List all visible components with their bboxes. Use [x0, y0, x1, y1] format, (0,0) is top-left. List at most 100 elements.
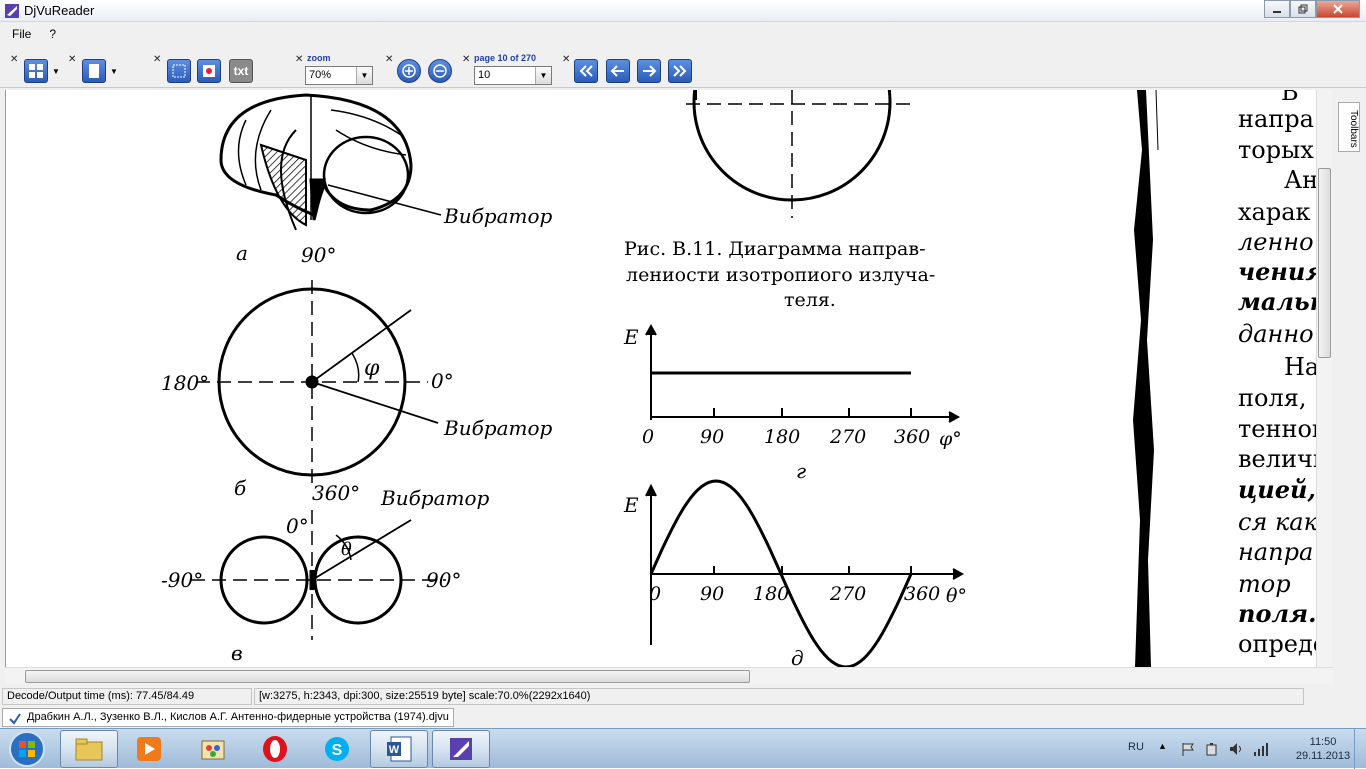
- fig-b-phi-label: φ: [364, 356, 380, 381]
- clock-time: 11:50: [1309, 736, 1337, 748]
- clock[interactable]: 11:50 29.11.2013: [1288, 735, 1358, 763]
- start-button[interactable]: [0, 730, 54, 768]
- status-decode-time: Decode/Output time (ms): 77.45/84.49: [2, 688, 252, 705]
- fig-v-theta-label: θ: [341, 539, 352, 560]
- zoom-label: zoom: [307, 53, 331, 63]
- taskbar-paint[interactable]: [184, 730, 242, 768]
- side-panel: Toolbars: [1334, 90, 1366, 667]
- svg-text:поля.: поля.: [1238, 599, 1316, 628]
- fig-d-x-label: θ°: [946, 585, 967, 607]
- fig-v-label: в: [231, 641, 243, 665]
- caption-line-1: Рис. В.11. Диаграмма направ-: [624, 238, 926, 260]
- vertical-scroll-thumb[interactable]: [1318, 168, 1331, 358]
- file-tab-name: Драбкин А.Л., Зузенко В.Л., Кислов А.Г. …: [27, 711, 449, 723]
- show-desktop-button[interactable]: [1354, 729, 1366, 769]
- taskbar-explorer[interactable]: [60, 730, 118, 768]
- fig-v-0-label: 0°: [286, 514, 309, 538]
- horizontal-scroll-thumb[interactable]: [25, 670, 750, 683]
- clock-date: 29.11.2013: [1295, 750, 1351, 762]
- taskbar-media-player[interactable]: [120, 730, 178, 768]
- file-tab[interactable]: Драбкин А.Л., Зузенко В.Л., Кислов А.Г. …: [2, 708, 454, 727]
- arrow-right-icon: [643, 65, 657, 77]
- close-group-icon[interactable]: ✕: [295, 54, 303, 65]
- menu-help[interactable]: ?: [45, 26, 60, 42]
- zoom-select[interactable]: 70% ▼: [305, 66, 373, 85]
- caption-line-3: теля.: [784, 289, 836, 311]
- close-group-icon[interactable]: ✕: [562, 54, 570, 65]
- close-group-icon[interactable]: ✕: [10, 54, 18, 65]
- chevron-down-icon[interactable]: ▼: [110, 67, 118, 76]
- svg-text:ленно: ленно: [1238, 228, 1314, 256]
- prev-page-button[interactable]: [606, 59, 630, 83]
- text-select-button[interactable]: txt: [229, 59, 253, 83]
- horizontal-scrollbar[interactable]: [5, 667, 1333, 684]
- restore-icon: [1298, 4, 1308, 14]
- taskbar-opera[interactable]: [246, 730, 304, 768]
- toolbar-group-layout: ✕ ▼: [10, 50, 70, 86]
- page-view-button[interactable]: [82, 59, 106, 83]
- fig-d-y-label: Е: [623, 493, 639, 517]
- restore-button[interactable]: [1290, 0, 1316, 18]
- svg-text:тор: тор: [1238, 570, 1291, 598]
- close-group-icon[interactable]: ✕: [153, 54, 161, 65]
- volume-icon[interactable]: [1228, 741, 1244, 757]
- folder-icon: [75, 738, 103, 761]
- last-page-button[interactable]: [668, 59, 692, 83]
- title-bar: DjVuReader: [0, 0, 1366, 22]
- figure-d-chart: [645, 479, 965, 667]
- window-title: DjVuReader: [24, 3, 95, 18]
- zoom-in-button[interactable]: [397, 59, 421, 83]
- arrow-left-icon: [610, 65, 624, 77]
- fig-b-vibrator-label: Вибратор: [443, 416, 553, 440]
- flag-icon[interactable]: [1180, 741, 1196, 757]
- fig-d-tick-90: 90: [700, 583, 724, 605]
- language-indicator[interactable]: RU: [1128, 741, 1144, 753]
- chevron-down-icon[interactable]: ▼: [356, 67, 372, 84]
- fig-v-90-label: 90°: [426, 568, 461, 592]
- svg-text:мальн: мальн: [1238, 287, 1327, 316]
- page-value: 10: [478, 69, 491, 81]
- toolbar-group-zoom-buttons: ✕: [385, 50, 460, 86]
- zoom-out-icon: [433, 64, 447, 78]
- next-page-button[interactable]: [637, 59, 661, 83]
- select-area-button[interactable]: [167, 59, 191, 83]
- chevron-down-icon[interactable]: ▼: [535, 67, 551, 84]
- document-view[interactable]: Вибратор а 90° 180° 0° φ Вибратор б 360°…: [5, 90, 1331, 667]
- djvu-app-icon: [5, 4, 19, 18]
- taskbar-djvureader[interactable]: [432, 730, 490, 768]
- page-scan: Вибратор а 90° 180° 0° φ Вибратор б 360°…: [161, 90, 1329, 667]
- toolbars-tab[interactable]: Toolbars: [1338, 102, 1360, 152]
- zoom-out-button[interactable]: [428, 59, 452, 83]
- media-player-icon: [137, 737, 161, 761]
- menu-file[interactable]: File: [8, 26, 35, 42]
- fig-g-x-label: φ°: [939, 428, 962, 450]
- minimize-button[interactable]: [1264, 0, 1290, 18]
- close-group-icon[interactable]: ✕: [462, 54, 470, 65]
- fig-d-tick-270: 270: [829, 583, 866, 605]
- page-select[interactable]: 10 ▼: [474, 66, 552, 85]
- caption-line-2: лениости изотропиого излуча-: [626, 264, 935, 286]
- figure-v: [191, 510, 446, 640]
- svg-text:опреде: опреде: [1238, 630, 1327, 658]
- taskbar-skype[interactable]: S: [308, 730, 366, 768]
- fig-d-tick-180: 180: [753, 583, 789, 605]
- chevron-down-icon[interactable]: ▼: [52, 67, 60, 76]
- fig-d-tick-360: 360: [904, 583, 940, 605]
- figure-isotropic-circle: [686, 90, 911, 218]
- network-signal-icon[interactable]: [1252, 741, 1268, 757]
- svg-text:тенной: тенной: [1238, 415, 1328, 443]
- close-button[interactable]: [1316, 0, 1360, 18]
- skype-icon: S: [325, 737, 349, 761]
- page-layout-button[interactable]: [24, 59, 48, 83]
- first-page-button[interactable]: [574, 59, 598, 83]
- vertical-scrollbar[interactable]: [1316, 90, 1332, 667]
- toolbar-group-tools: ✕ txt: [153, 50, 261, 86]
- close-group-icon[interactable]: ✕: [385, 54, 393, 65]
- chevron-up-icon[interactable]: ▲: [1158, 741, 1167, 751]
- fig-a-label: а: [236, 241, 248, 265]
- close-group-icon[interactable]: ✕: [68, 54, 76, 65]
- image-select-button[interactable]: [197, 59, 221, 83]
- taskbar-word[interactable]: W: [370, 730, 428, 768]
- toolbar-group-navigation: ✕: [562, 50, 702, 86]
- power-icon[interactable]: [1204, 741, 1220, 757]
